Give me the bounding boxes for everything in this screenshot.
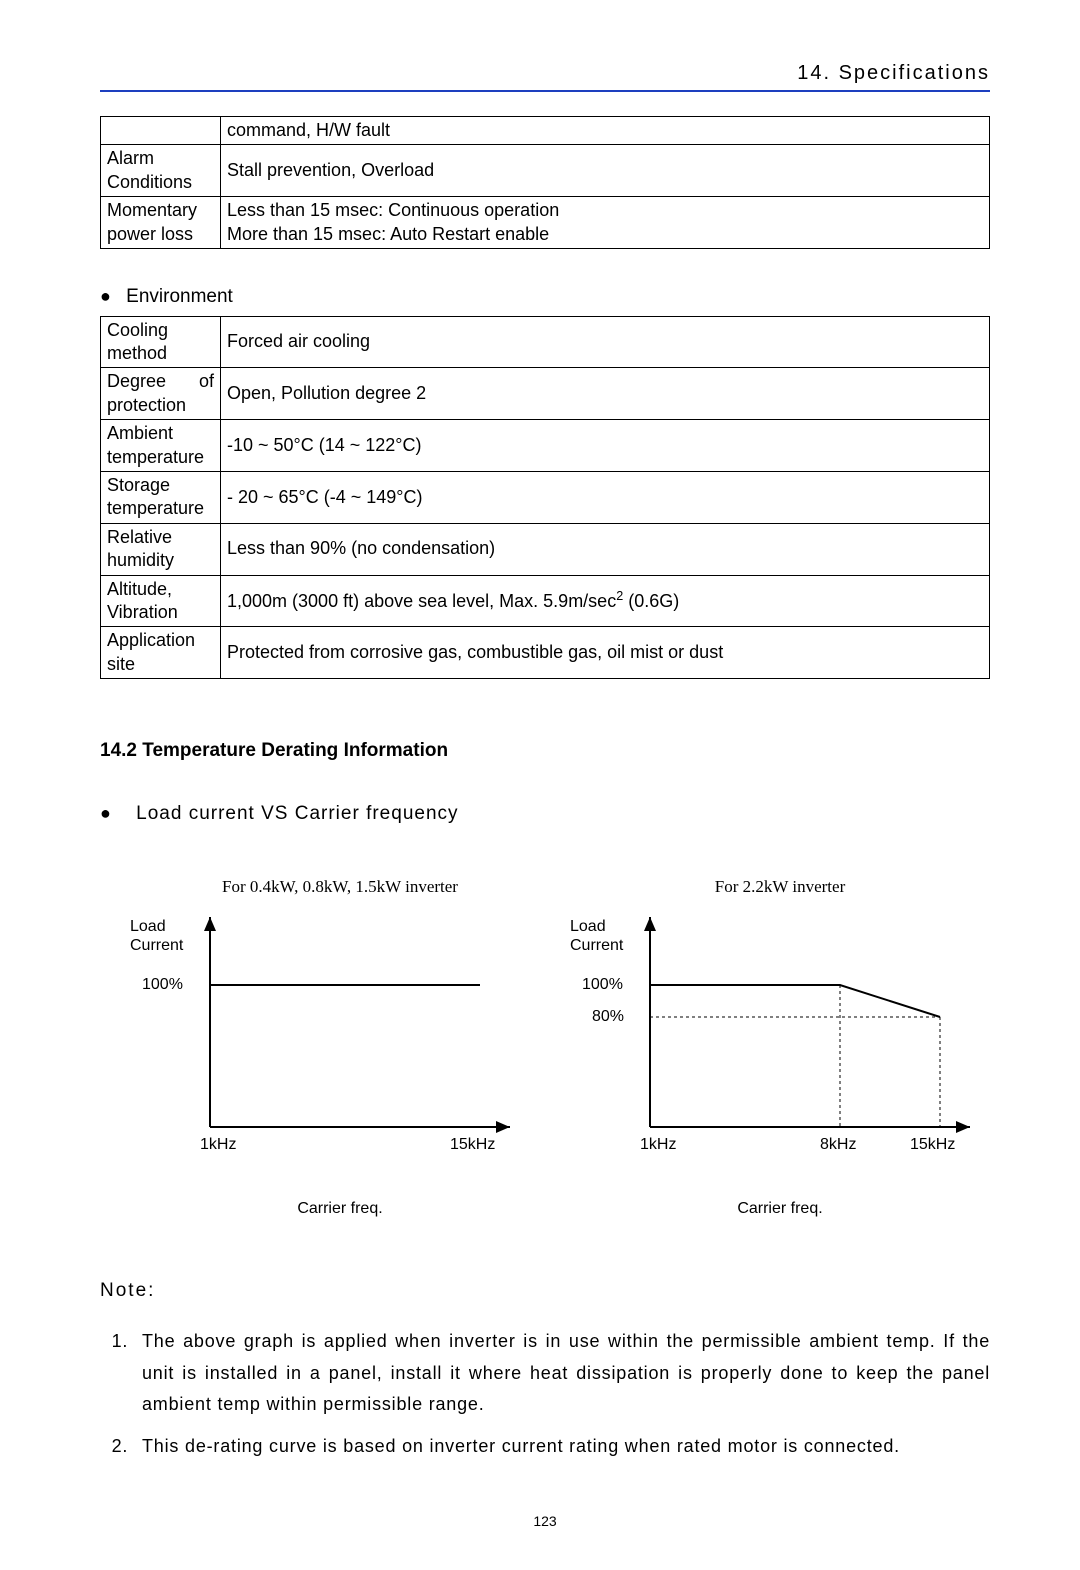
spec-table-env: Cooling method Forced air cooling Degree… <box>100 316 990 679</box>
cell-value: Forced air cooling <box>221 316 990 368</box>
table-row: Momentary power loss Less than 15 msec: … <box>101 197 990 249</box>
table-row: command, H/W fault <box>101 117 990 145</box>
cell-value: 1,000m (3000 ft) above sea level, Max. 5… <box>221 575 990 627</box>
bullet-icon: ● <box>100 803 112 823</box>
chart-xtick: 8kHz <box>820 1135 856 1156</box>
list-item: The above graph is applied when inverter… <box>134 1326 990 1421</box>
notes-list: The above graph is applied when inverter… <box>134 1326 990 1462</box>
chart-xtick: 15kHz <box>910 1135 955 1156</box>
cell-label: Application site <box>101 627 221 679</box>
chart-ylabel: LoadCurrent <box>570 917 623 955</box>
chart-xlabel: Carrier freq. <box>570 1199 990 1220</box>
chart-ytick: 80% <box>592 1007 624 1028</box>
sub-bullet: ● Load current VS Carrier frequency <box>100 802 990 827</box>
cell-label: Cooling method <box>101 316 221 368</box>
chart-ytick: 100% <box>142 975 183 996</box>
cell-label: Degree of protection <box>101 368 221 420</box>
cell-value: Protected from corrosive gas, combustibl… <box>221 627 990 679</box>
cell-value: Less than 90% (no condensation) <box>221 523 990 575</box>
table-row: Alarm Conditions Stall prevention, Overl… <box>101 145 990 197</box>
header-rule <box>100 90 990 92</box>
table-row: Application site Protected from corrosiv… <box>101 627 990 679</box>
chapter-header: 14. Specifications <box>100 60 990 86</box>
table-row: Relative humidity Less than 90% (no cond… <box>101 523 990 575</box>
cell-value: Open, Pollution degree 2 <box>221 368 990 420</box>
cell-value: Stall prevention, Overload <box>221 145 990 197</box>
env-heading: ● Environment <box>100 285 990 310</box>
chart-ylabel: LoadCurrent <box>130 917 183 955</box>
cell-value: Less than 15 msec: Continuous operation … <box>221 197 990 249</box>
section-14-2-heading: 14.2 Temperature Derating Information <box>100 739 990 764</box>
cell-label: Altitude, Vibration <box>101 575 221 627</box>
cell-label: Relative humidity <box>101 523 221 575</box>
chart-xlabel: Carrier freq. <box>130 1199 550 1220</box>
chart-title: For 0.4kW, 0.8kW, 1.5kW inverter <box>130 876 550 898</box>
env-heading-text: Environment <box>126 286 233 307</box>
cell-label: Alarm Conditions <box>101 145 221 197</box>
table-row: Storage temperature - 20 ~ 65°C (-4 ~ 14… <box>101 471 990 523</box>
bullet-icon: ● <box>100 286 111 306</box>
chart-xtick: 1kHz <box>640 1135 676 1156</box>
cell-label: Storage temperature <box>101 471 221 523</box>
chart-ytick: 100% <box>582 975 623 996</box>
spec-table-1: command, H/W fault Alarm Conditions Stal… <box>100 116 990 249</box>
cell-value: -10 ~ 50°C (14 ~ 122°C) <box>221 420 990 472</box>
cell-label: Ambient temperature <box>101 420 221 472</box>
chart-xtick: 15kHz <box>450 1135 495 1156</box>
cell-label <box>101 117 221 145</box>
table-row: Ambient temperature -10 ~ 50°C (14 ~ 122… <box>101 420 990 472</box>
cell-value: command, H/W fault <box>221 117 990 145</box>
list-item: This de-rating curve is based on inverte… <box>134 1431 990 1463</box>
charts-container: For 0.4kW, 0.8kW, 1.5kW inverter LoadCur… <box>130 876 990 1219</box>
table-row: Degree of protection Open, Pollution deg… <box>101 368 990 420</box>
chart-right: For 2.2kW inverter LoadCurrent 100% 80% <box>570 876 990 1219</box>
table-row: Cooling method Forced air cooling <box>101 316 990 368</box>
note-heading: Note: <box>100 1279 990 1304</box>
chart-left: For 0.4kW, 0.8kW, 1.5kW inverter LoadCur… <box>130 876 550 1219</box>
sub-bullet-text: Load current VS Carrier frequency <box>136 803 458 824</box>
chart-svg <box>210 917 530 1147</box>
chart-xtick: 1kHz <box>200 1135 236 1156</box>
chart-svg <box>650 917 990 1147</box>
chart-title: For 2.2kW inverter <box>570 876 990 898</box>
cell-value: - 20 ~ 65°C (-4 ~ 149°C) <box>221 471 990 523</box>
table-row: Altitude, Vibration 1,000m (3000 ft) abo… <box>101 575 990 627</box>
cell-label: Momentary power loss <box>101 197 221 249</box>
